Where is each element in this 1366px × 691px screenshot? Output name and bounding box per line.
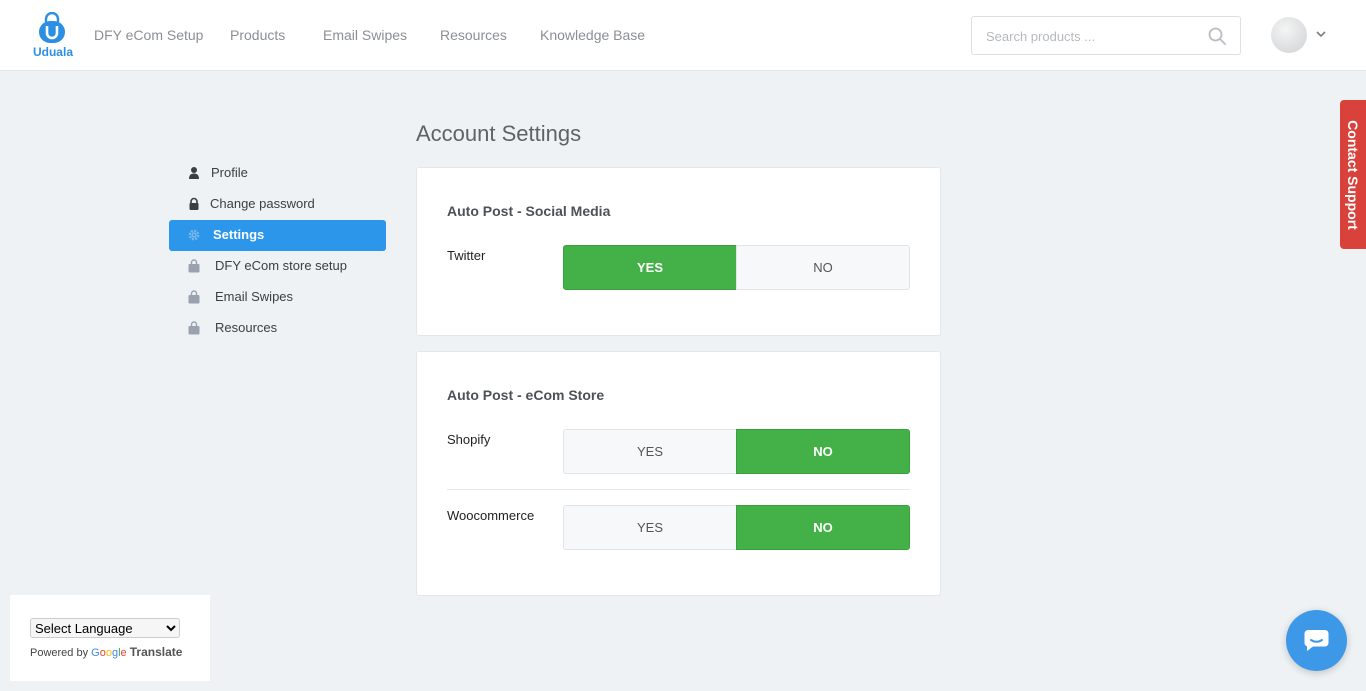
twitter-toggle: YES NO bbox=[563, 245, 910, 290]
social-media-card: Auto Post - Social Media Twitter YES NO bbox=[416, 167, 941, 336]
divider bbox=[447, 489, 910, 490]
ecom-store-card: Auto Post - eCom Store Shopify YES NO Wo… bbox=[416, 351, 941, 596]
nav-knowledge-base[interactable]: Knowledge Base bbox=[540, 27, 645, 43]
card-title: Auto Post - Social Media bbox=[447, 203, 611, 219]
powered-by-google: Powered by Google Translate bbox=[30, 645, 182, 659]
shopping-bag-icon bbox=[188, 290, 200, 304]
translate-label: Translate bbox=[129, 645, 183, 659]
top-navbar: Uduala DFY eCom Setup Products Email Swi… bbox=[0, 0, 1366, 71]
woocommerce-toggle: YES NO bbox=[563, 505, 910, 550]
brand-logo[interactable]: Uduala bbox=[31, 12, 75, 60]
powered-by-label: Powered by bbox=[30, 647, 89, 659]
contact-support-label: Contact Support bbox=[1345, 119, 1361, 230]
search-box bbox=[971, 16, 1241, 55]
nav-email-swipes[interactable]: Email Swipes bbox=[323, 27, 407, 43]
sidebar-item-label: Settings bbox=[213, 227, 265, 242]
sidebar-item-label: Resources bbox=[215, 320, 278, 335]
search-icon[interactable] bbox=[1208, 27, 1226, 45]
shopping-bag-logo-icon bbox=[39, 12, 65, 43]
shopify-no-button[interactable]: NO bbox=[736, 429, 910, 474]
sidebar-item-dfy-ecom-store-setup[interactable]: DFY eCom store setup bbox=[169, 251, 386, 282]
sidebar-item-profile[interactable]: Profile bbox=[169, 158, 386, 189]
search-input[interactable] bbox=[986, 26, 1196, 46]
shopify-label: Shopify bbox=[447, 432, 491, 447]
google-logo: Google bbox=[91, 647, 127, 659]
twitter-label: Twitter bbox=[447, 248, 486, 263]
shopify-yes-button[interactable]: YES bbox=[563, 429, 737, 474]
sidebar-item-email-swipes[interactable]: Email Swipes bbox=[169, 282, 386, 313]
sidebar-item-change-password[interactable]: Change password bbox=[169, 189, 386, 220]
chat-launcher-button[interactable] bbox=[1286, 610, 1347, 671]
page-title: Account Settings bbox=[416, 121, 582, 146]
sidebar-item-label: DFY eCom store setup bbox=[215, 258, 347, 273]
sidebar-item-settings[interactable]: Settings bbox=[169, 220, 386, 251]
google-translate-widget: Select Language Powered by Google Transl… bbox=[10, 595, 210, 681]
shopping-bag-icon bbox=[188, 321, 200, 335]
nav-products[interactable]: Products bbox=[230, 27, 285, 43]
twitter-no-button[interactable]: NO bbox=[736, 245, 910, 290]
language-select[interactable]: Select Language bbox=[30, 618, 180, 638]
twitter-yes-button[interactable]: YES bbox=[563, 245, 737, 290]
chat-bubble-icon bbox=[1304, 630, 1329, 651]
sidebar-item-label: Profile bbox=[211, 165, 248, 180]
sidebar-item-label: Email Swipes bbox=[215, 289, 294, 304]
gear-icon bbox=[188, 229, 200, 241]
shopify-toggle: YES NO bbox=[563, 429, 910, 474]
chevron-down-icon[interactable] bbox=[1315, 28, 1327, 40]
contact-support-tab[interactable]: Contact Support bbox=[1340, 100, 1366, 249]
lock-icon bbox=[189, 197, 199, 210]
nav-resources[interactable]: Resources bbox=[440, 27, 507, 43]
woocommerce-yes-button[interactable]: YES bbox=[563, 505, 737, 550]
avatar[interactable] bbox=[1271, 17, 1307, 53]
sidebar-item-label: Change password bbox=[210, 196, 315, 211]
card-title: Auto Post - eCom Store bbox=[447, 387, 605, 403]
user-icon bbox=[189, 167, 199, 179]
woocommerce-label: Woocommerce bbox=[447, 508, 535, 523]
shopping-bag-icon bbox=[188, 259, 200, 273]
nav-dfy-ecom-setup[interactable]: DFY eCom Setup bbox=[94, 27, 203, 43]
brand-name: Uduala bbox=[32, 45, 73, 59]
woocommerce-no-button[interactable]: NO bbox=[736, 505, 910, 550]
sidebar-item-resources[interactable]: Resources bbox=[169, 313, 386, 344]
